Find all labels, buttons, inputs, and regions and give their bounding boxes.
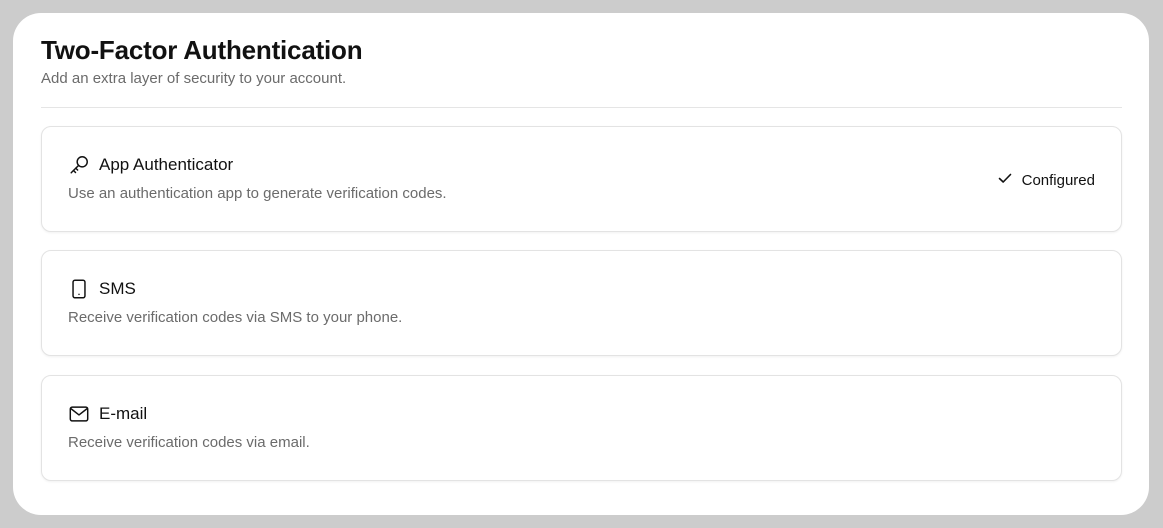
two-factor-panel: Two-Factor Authentication Add an extra l… <box>13 13 1149 515</box>
window-frame: Two-Factor Authentication Add an extra l… <box>0 0 1163 528</box>
method-title: E-mail <box>99 404 148 423</box>
method-description: Receive verification codes via email. <box>68 434 310 451</box>
check-icon <box>997 170 1013 190</box>
method-title: SMS <box>99 279 136 298</box>
key-icon <box>68 154 90 176</box>
method-description: Receive verification codes via SMS to yo… <box>68 309 403 326</box>
method-card-header: SMS <box>68 278 136 300</box>
method-card-app-authenticator[interactable]: App Authenticator Use an authentication … <box>41 126 1122 232</box>
header-divider <box>41 107 1122 108</box>
phone-icon <box>68 278 90 300</box>
method-card-sms[interactable]: SMS Receive verification codes via SMS t… <box>41 250 1122 356</box>
page-title: Two-Factor Authentication <box>41 35 363 65</box>
mail-icon <box>68 403 90 425</box>
method-card-header: E-mail <box>68 403 147 425</box>
status-label: Configured <box>1021 171 1095 189</box>
method-title: App Authenticator <box>99 155 234 174</box>
panel-header: Two-Factor Authentication Add an extra l… <box>41 33 363 89</box>
method-description: Use an authentication app to generate ve… <box>68 185 447 202</box>
page-subtitle: Add an extra layer of security to your a… <box>41 70 347 87</box>
method-card-header: App Authenticator <box>68 154 233 176</box>
status-badge: Configured <box>997 170 1095 190</box>
method-card-email[interactable]: E-mail Receive verification codes via em… <box>41 375 1122 481</box>
